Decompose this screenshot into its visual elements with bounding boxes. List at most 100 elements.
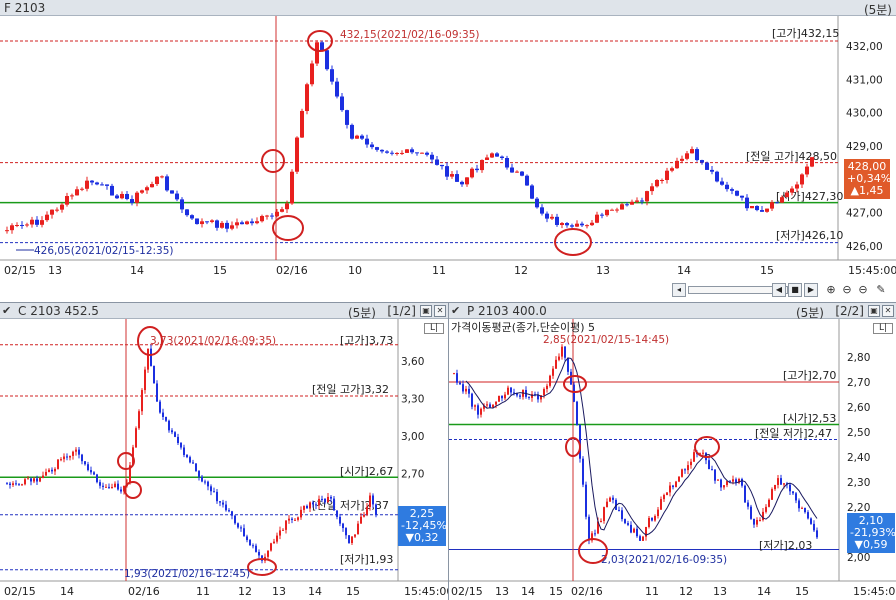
candle-body — [117, 483, 119, 490]
call-checkbox-icon[interactable]: ✔ — [2, 304, 11, 317]
candle-body — [745, 197, 749, 209]
candle-body — [135, 192, 139, 203]
scroll-prev-icon[interactable]: ◀ — [772, 283, 786, 297]
candle-body — [87, 464, 89, 471]
zoom-out-icon[interactable]: ⊖ — [840, 283, 854, 297]
candle-body — [215, 220, 219, 228]
candle-body — [654, 516, 656, 521]
candle-body — [456, 373, 458, 383]
x-tick-label: 15 — [760, 264, 774, 277]
scroll-stop-icon[interactable]: ■ — [788, 283, 802, 297]
candle-body — [720, 479, 722, 488]
candle-body — [585, 484, 587, 517]
candle-body — [355, 135, 359, 139]
candle-body — [80, 188, 84, 190]
candle-body — [327, 496, 329, 503]
candle-body — [780, 478, 782, 485]
candle-body — [485, 157, 489, 160]
candle-body — [111, 486, 113, 488]
candle-body — [72, 451, 74, 456]
candle-body — [33, 478, 35, 482]
put-candle-chart[interactable]: 2,802,702,602,502,402,302,202,102,0002/1… — [449, 319, 896, 600]
candle-body — [115, 195, 119, 199]
candle-body — [36, 478, 38, 482]
y-tick-label: 2,60 — [847, 402, 870, 414]
candle-body — [40, 220, 44, 225]
y-tick-label: 429,00 — [846, 141, 883, 153]
candle-body — [120, 489, 122, 492]
zoom-in-icon[interactable]: ⊕ — [824, 283, 838, 297]
futures-scrollbar[interactable]: ◂ ◀ ■ ▶ ⊕ ⊖ ⊖ ✎ — [660, 283, 896, 297]
settings-wrench-icon[interactable]: ✎ — [874, 283, 888, 297]
candle-body — [486, 404, 488, 406]
candle-body — [732, 479, 734, 482]
candle-body — [480, 159, 484, 171]
candle-body — [530, 185, 534, 199]
candle-body — [573, 384, 575, 402]
candle-body — [540, 207, 544, 214]
x-tick-label: 15:45:00 — [853, 585, 896, 598]
candle-body — [774, 484, 776, 490]
candle-body — [195, 463, 197, 472]
candle-body — [110, 185, 114, 196]
candle-body — [245, 221, 249, 225]
call-maximize-icon[interactable]: ▣ — [420, 305, 432, 317]
candle-body — [455, 174, 459, 182]
candle-body — [183, 447, 185, 455]
candle-body — [231, 511, 233, 516]
candle-body — [185, 209, 189, 216]
candle-body — [755, 205, 759, 211]
futures-current-change: ▲1,45 — [850, 184, 884, 197]
candle-body — [795, 184, 799, 189]
candle-body — [249, 540, 251, 546]
candle-body — [321, 498, 323, 500]
candle-body — [177, 436, 179, 443]
candle-body — [678, 476, 680, 482]
candle-body — [410, 149, 414, 153]
x-tick-label: 14 — [130, 264, 144, 277]
candle-body — [340, 96, 344, 111]
call-candle-chart[interactable]: 3,603,303,002,702,4002/151402/1611121314… — [0, 319, 448, 600]
futures-candle-chart[interactable]: 432,00431,00430,00429,00428,00427,00426,… — [0, 16, 896, 296]
candle-body — [582, 458, 584, 485]
candle-body — [810, 518, 812, 524]
candle-body — [565, 223, 569, 226]
candle-body — [153, 365, 155, 384]
candle-body — [51, 469, 53, 472]
x-tick-label: 10 — [348, 264, 362, 277]
scroll-next-icon[interactable]: ▶ — [804, 283, 818, 297]
candle-body — [702, 452, 704, 454]
candle-body — [375, 147, 379, 150]
candle-body — [807, 512, 809, 519]
candle-body — [243, 528, 245, 537]
candle-body — [550, 216, 554, 219]
candle-body — [345, 110, 349, 125]
y-tick-label: 2,30 — [847, 477, 870, 489]
candle-body — [160, 176, 164, 178]
candle-body — [475, 168, 479, 171]
candle-body — [435, 159, 439, 165]
put-maximize-icon[interactable]: ▣ — [868, 305, 880, 317]
candle-body — [789, 484, 791, 492]
candle-body — [804, 507, 806, 513]
candle-body — [645, 191, 649, 202]
candle-body — [720, 181, 724, 185]
candle-body — [680, 158, 684, 161]
candle-body — [528, 396, 530, 398]
candle-body — [717, 479, 719, 481]
put-close-icon[interactable]: ✕ — [882, 305, 894, 317]
candle-body — [708, 460, 710, 470]
put-checkbox-icon[interactable]: ✔ — [451, 304, 460, 317]
candle-body — [125, 193, 129, 200]
zoom-reset-icon[interactable]: ⊖ — [856, 283, 870, 297]
candle-body — [460, 181, 464, 185]
candle-body — [690, 461, 692, 466]
scroll-left-icon[interactable]: ◂ — [672, 283, 686, 297]
candle-body — [620, 204, 624, 210]
candle-body — [150, 184, 154, 188]
call-close-icon[interactable]: ✕ — [434, 305, 446, 317]
candle-body — [190, 215, 194, 219]
candle-body — [651, 518, 653, 521]
candle-body — [390, 152, 394, 154]
candle-body — [459, 382, 461, 385]
